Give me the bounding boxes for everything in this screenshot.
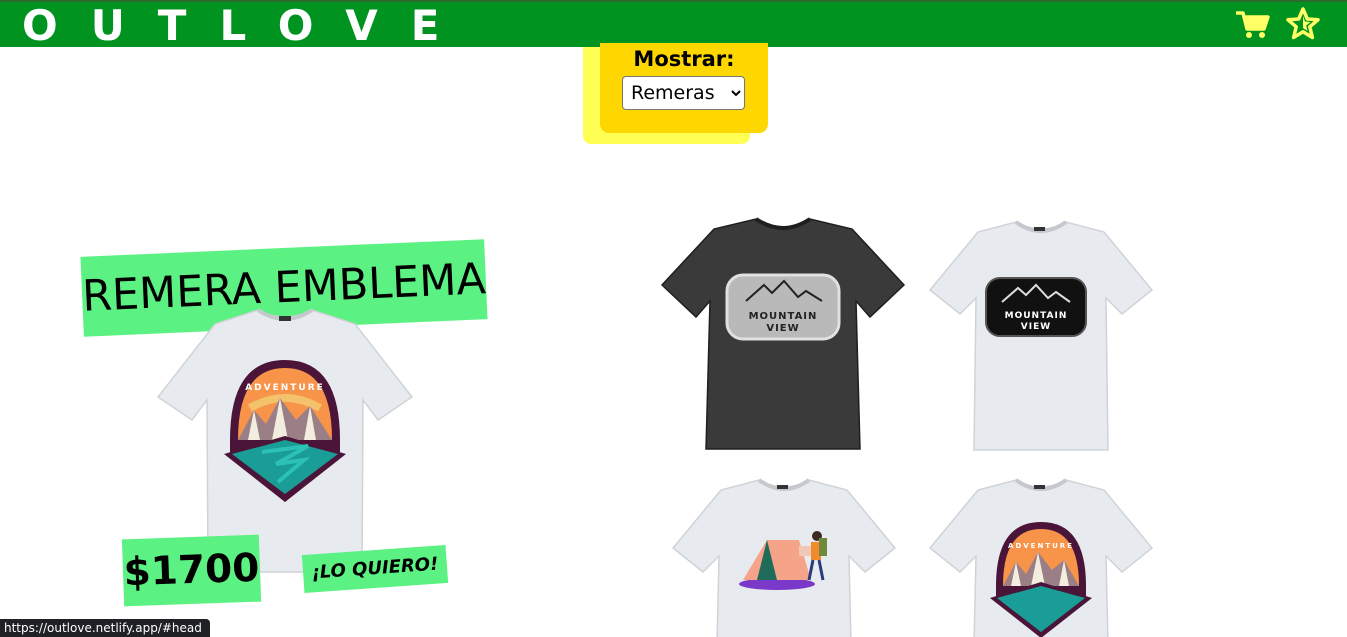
browser-status-bar: https://outlove.netlify.app/#head	[0, 619, 210, 637]
featured-price: $1700	[122, 545, 261, 596]
category-select[interactable]: Remeras	[622, 76, 745, 110]
product-card-tent-hiker[interactable]	[671, 474, 897, 637]
favorites-button[interactable]	[1286, 7, 1320, 41]
cart-button[interactable]	[1235, 8, 1270, 40]
product-card-mountain-view-white[interactable]: MOUNTAIN VIEW	[928, 216, 1154, 454]
product-logo-line1: MOUNTAIN	[749, 311, 818, 322]
product-logo-line2: VIEW	[1021, 322, 1051, 332]
product-logo-line2: VIEW	[766, 323, 799, 334]
top-navbar: OUTLOVE	[0, 0, 1347, 50]
filter-label: Mostrar:	[633, 47, 735, 71]
featured-product-image[interactable]: ADVENTURE	[150, 302, 420, 577]
product-card-mountain-view-black[interactable]: MOUNTAIN VIEW	[660, 213, 906, 455]
emblem-text: ADVENTURE	[1008, 542, 1074, 550]
cart-icon	[1235, 11, 1270, 38]
star-icon	[1286, 7, 1320, 40]
site-logo[interactable]: OUTLOVE	[22, 0, 473, 52]
product-card-adventure-emblem[interactable]: ADVENTURE	[928, 474, 1154, 637]
status-url: https://outlove.netlify.app/#head	[4, 621, 202, 635]
featured-price-tag: $1700	[121, 534, 262, 607]
emblem-text: ADVENTURE	[245, 383, 325, 393]
filter-panel: Mostrar: Remeras	[600, 43, 768, 133]
product-logo-line1: MOUNTAIN	[1005, 311, 1068, 321]
